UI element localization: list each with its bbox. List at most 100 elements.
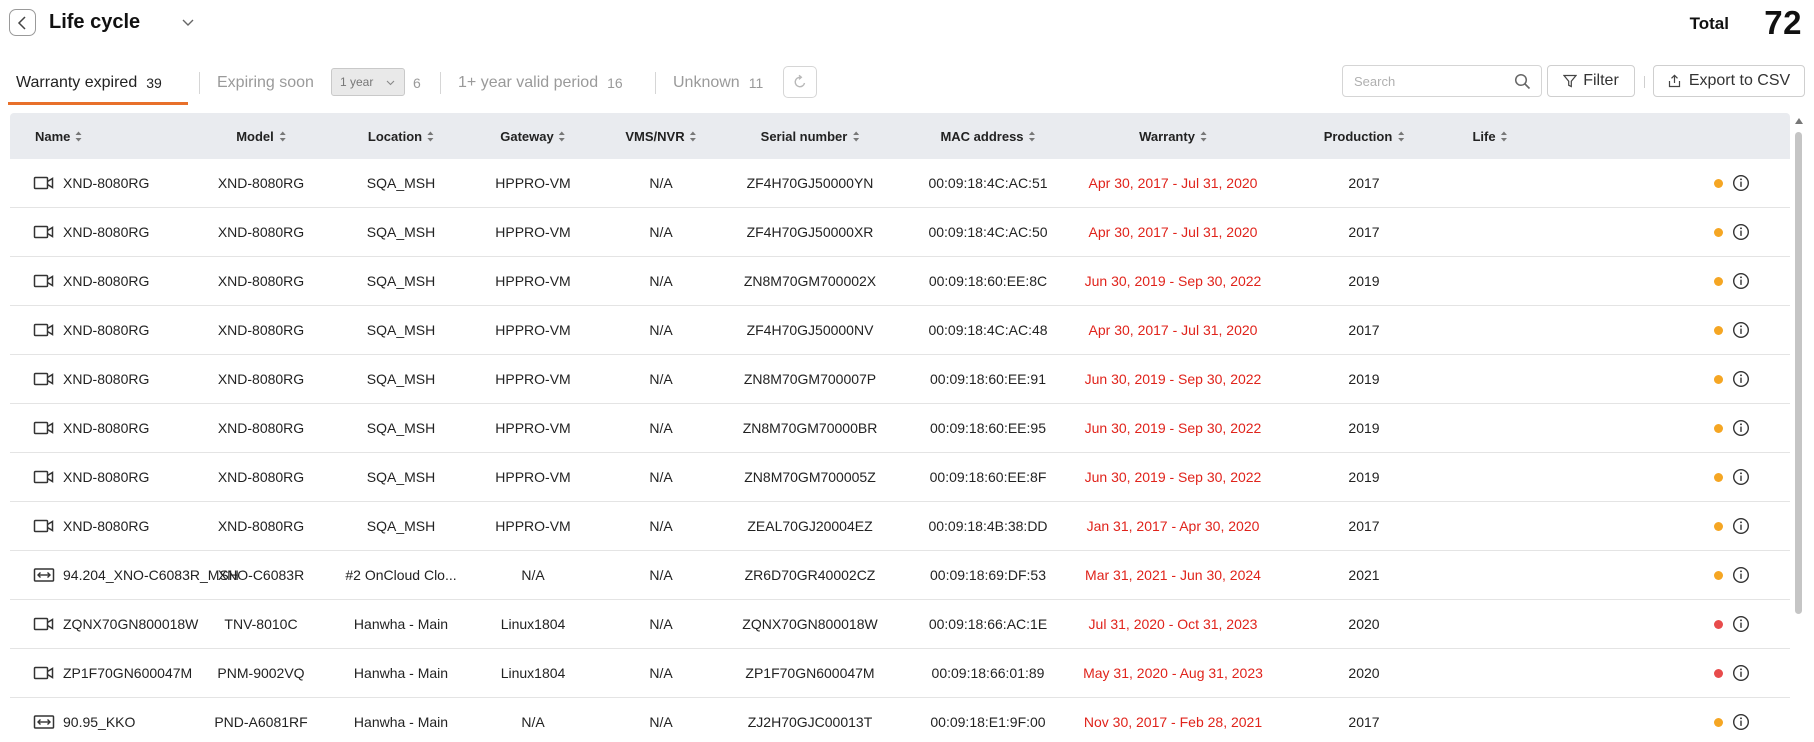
life-status-dot (1714, 277, 1723, 286)
column-header-gateway[interactable]: Gateway (500, 113, 566, 159)
tab-valid-period[interactable]: 1+ year valid period 16 (458, 62, 623, 104)
device-location: Hanwha - Main (353, 714, 449, 730)
chevron-down-icon[interactable] (180, 14, 196, 30)
device-production: 2017 (1348, 714, 1380, 730)
device-mac: 00:09:18:60:EE:95 (930, 420, 1046, 436)
device-serial: ZN8M70GM700005Z (744, 469, 876, 485)
device-name[interactable]: XND-8080RG (63, 208, 149, 256)
info-icon[interactable] (1732, 272, 1750, 290)
refresh-button[interactable] (783, 66, 817, 98)
column-header-production[interactable]: Production (1324, 113, 1405, 159)
device-name[interactable]: XND-8080RG (63, 257, 149, 305)
info-icon[interactable] (1732, 713, 1750, 731)
sort-icon (1029, 131, 1036, 141)
device-serial: ZEAL70GJ20004EZ (747, 518, 873, 534)
device-model: XND-8080RG (217, 371, 305, 387)
column-header-model[interactable]: Model (236, 113, 286, 159)
column-header-life[interactable]: Life (1472, 113, 1508, 159)
period-select-value: 1 year (340, 75, 374, 89)
table-row[interactable]: XND-8080RG XND-8080RG SQA_MSH HPPRO-VM N/A ZE… (10, 502, 1790, 551)
device-name[interactable]: XND-8080RG (63, 453, 149, 501)
column-header-vms-nvr[interactable]: VMS/NVR (625, 113, 697, 159)
info-icon[interactable] (1732, 566, 1750, 584)
device-serial: ZN8M70GM700007P (743, 371, 877, 387)
device-production: 2019 (1348, 371, 1380, 387)
filter-button[interactable]: Filter (1547, 65, 1635, 97)
sort-icon (690, 131, 697, 141)
table-row[interactable]: 94.204_XNO-C6083R_MSH XNO-C6083R #2 OnClou… (10, 551, 1790, 600)
scrollbar-thumb[interactable] (1795, 132, 1802, 614)
column-header-warranty[interactable]: Warranty (1139, 113, 1207, 159)
search-box (1342, 65, 1542, 97)
export-csv-button[interactable]: Export to CSV (1653, 65, 1805, 97)
device-vms-nvr: N/A (649, 322, 673, 338)
device-name[interactable]: ZP1F70GN600047M (63, 649, 192, 697)
table-row[interactable]: XND-8080RG XND-8080RG SQA_MSH HPPRO-VM N/A ZF… (10, 159, 1790, 208)
table-row[interactable]: 90.95_KKO PND-A6081RF Hanwha - Main N/A N/A Z… (10, 698, 1790, 742)
info-icon[interactable] (1732, 370, 1750, 388)
device-name[interactable]: 94.204_XNO-C6083R_MSH (63, 551, 239, 599)
info-icon[interactable] (1732, 174, 1750, 192)
device-vms-nvr: N/A (649, 518, 673, 534)
sort-icon (559, 131, 566, 141)
table-row[interactable]: XND-8080RG XND-8080RG SQA_MSH HPPRO-VM N/A ZN… (10, 355, 1790, 404)
page-header: Life cycle Total 72 (0, 0, 1814, 46)
chevron-down-icon (386, 80, 395, 86)
info-icon[interactable] (1732, 664, 1750, 682)
camera-icon (33, 176, 54, 190)
device-vms-nvr: N/A (649, 616, 673, 632)
scroll-up-arrow-icon[interactable] (1795, 117, 1803, 125)
info-icon[interactable] (1732, 223, 1750, 241)
device-mac: 00:09:18:4C:AC:50 (928, 224, 1048, 240)
device-mac: 00:09:18:66:AC:1E (928, 616, 1048, 632)
tab-label: Unknown (673, 74, 740, 91)
column-header-name[interactable]: Name (35, 113, 82, 159)
device-warranty: May 31, 2020 - Aug 31, 2023 (1083, 665, 1263, 681)
device-vms-nvr: N/A (649, 224, 673, 240)
tab-label: Expiring soon (217, 74, 314, 91)
table-row[interactable]: XND-8080RG XND-8080RG SQA_MSH HPPRO-VM N/A ZN… (10, 257, 1790, 306)
vertical-scrollbar[interactable] (1792, 113, 1806, 742)
column-header-mac-address[interactable]: MAC address (940, 113, 1036, 159)
device-name[interactable]: XND-8080RG (63, 502, 149, 550)
device-model: XND-8080RG (217, 420, 305, 436)
info-icon[interactable] (1732, 419, 1750, 437)
device-name[interactable]: XND-8080RG (63, 306, 149, 354)
refresh-icon (794, 74, 806, 88)
table-row[interactable]: XND-8080RG XND-8080RG SQA_MSH HPPRO-VM N/A ZF… (10, 306, 1790, 355)
device-name[interactable]: XND-8080RG (63, 355, 149, 403)
tab-expiring-soon[interactable]: Expiring soon (217, 62, 314, 104)
device-location: Hanwha - Main (353, 665, 449, 681)
column-header-serial-number[interactable]: Serial number (761, 113, 860, 159)
device-name[interactable]: ZQNX70GN800018W (63, 600, 198, 648)
table-row[interactable]: ZP1F70GN600047M PNM-9002VQ Hanwha - Main Li… (10, 649, 1790, 698)
info-icon[interactable] (1732, 615, 1750, 633)
table-row[interactable]: ZQNX70GN800018W TNV-8010C Hanwha - Main Lin… (10, 600, 1790, 649)
device-warranty: Jun 30, 2019 - Sep 30, 2022 (1084, 420, 1262, 436)
info-icon[interactable] (1732, 468, 1750, 486)
search-input[interactable] (1343, 66, 1503, 96)
device-production: 2020 (1348, 665, 1380, 681)
tab-unknown[interactable]: Unknown 11 (673, 62, 763, 104)
period-select[interactable]: 1 year (331, 68, 405, 96)
table-row[interactable]: XND-8080RG XND-8080RG SQA_MSH HPPRO-VM N/A ZN… (10, 453, 1790, 502)
table-row[interactable]: XND-8080RG XND-8080RG SQA_MSH HPPRO-VM N/A ZF… (10, 208, 1790, 257)
tab-count: 11 (748, 75, 764, 91)
device-name[interactable]: XND-8080RG (63, 404, 149, 452)
column-header-location[interactable]: Location (368, 113, 434, 159)
export-icon (1668, 74, 1680, 88)
device-name[interactable]: XND-8080RG (63, 159, 149, 207)
info-icon[interactable] (1732, 321, 1750, 339)
device-name[interactable]: 90.95_KKO (63, 698, 135, 742)
back-button[interactable] (9, 9, 36, 36)
tab-count: 6 (413, 75, 421, 91)
life-status-dot (1714, 669, 1723, 678)
search-icon[interactable] (1514, 73, 1531, 90)
table-row[interactable]: XND-8080RG XND-8080RG SQA_MSH HPPRO-VM N/A ZN… (10, 404, 1790, 453)
tab-expiring-soon-count[interactable]: 6 (413, 62, 421, 104)
device-location: SQA_MSH (366, 420, 436, 436)
page-title: Life cycle (49, 11, 141, 33)
tab-warranty-expired[interactable]: Warranty expired 39 (16, 62, 162, 104)
tab-count: 39 (146, 75, 162, 91)
info-icon[interactable] (1732, 517, 1750, 535)
